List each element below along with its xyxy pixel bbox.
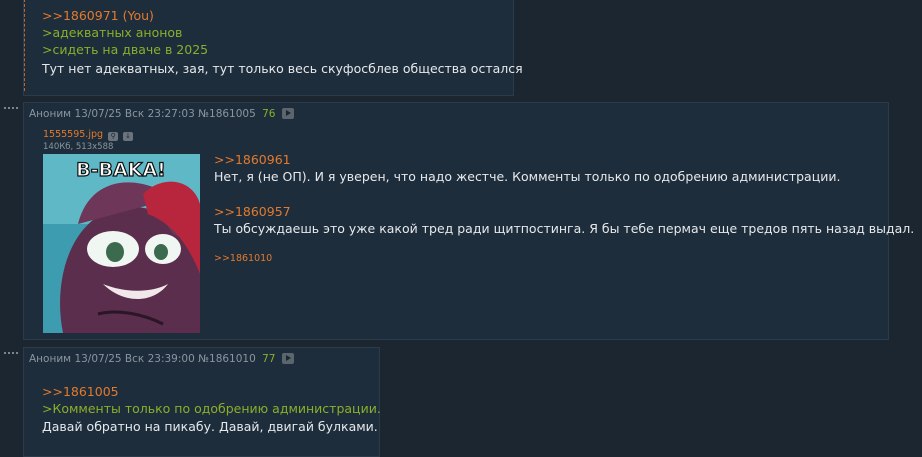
reply-link[interactable]: >>1860957 — [214, 204, 291, 219]
greentext-quote: >Комменты только по одобрению администра… — [42, 401, 381, 416]
reply-link[interactable]: >>1861005 — [42, 384, 119, 399]
greentext-quote: >адекватных анонов — [42, 25, 183, 40]
post-header: Аноним 13/07/25 Вск 23:39:00 №1861010 77 — [29, 353, 294, 365]
reply-thread-line — [24, 0, 25, 91]
reply-link[interactable]: >>1860961 — [214, 152, 291, 167]
post-count: 77 — [262, 353, 276, 365]
post-author: Аноним — [29, 353, 72, 365]
backreply-link[interactable]: >>1861010 — [214, 253, 272, 264]
reply-link[interactable]: >>1860971 (You) — [42, 8, 154, 23]
svg-text:B-BAKA!: B-BAKA! — [76, 159, 166, 181]
post-text: Ты обсуждаешь это уже какой тред ради щи… — [214, 221, 915, 236]
post-text: Нет, я (не ОП). И я уверен, что надо жес… — [214, 169, 841, 184]
post-count: 76 — [262, 108, 276, 120]
file-meta: 140Кб, 513x588 — [43, 142, 114, 152]
pony-meme-picture: B-BAKA! — [43, 154, 200, 333]
post-menu-icon[interactable] — [281, 108, 294, 119]
post-date: 13/07/25 Вск 23:27:03 — [74, 108, 195, 120]
post-text: Тут нет адекватных, зая, тут только весь… — [42, 61, 523, 76]
post-1861005: Аноним 13/07/25 Вск 23:27:03 №1861005 76… — [23, 102, 914, 340]
greentext-quote: >сидеть на дваче в 2025 — [42, 42, 209, 57]
reply-indent-dots — [4, 107, 18, 111]
post-number[interactable]: №1861010 — [198, 353, 256, 365]
post-date: 13/07/25 Вск 23:39:00 — [74, 353, 195, 365]
post-number[interactable]: №1861005 — [198, 108, 256, 120]
download-icon[interactable]: ↓ — [123, 132, 134, 141]
post-1861010: Аноним 13/07/25 Вск 23:39:00 №1861010 77… — [23, 347, 381, 457]
search-icon[interactable]: ⚲ — [108, 132, 119, 141]
file-name-link[interactable]: 1555595.jpg — [43, 129, 103, 140]
file-info: 1555595.jpg ⚲ ↓ — [43, 129, 134, 141]
post-1860998-partial: >>1860971 (You) >адекватных анонов >сиде… — [23, 0, 523, 96]
post-image-thumbnail[interactable]: B-BAKA! — [43, 154, 200, 333]
post-text: Давай обратно на пикабу. Давай, двигай б… — [42, 419, 378, 434]
post-author: Аноним — [29, 108, 72, 120]
post-menu-icon[interactable] — [281, 353, 294, 364]
reply-indent-dots — [4, 352, 18, 356]
post-header: Аноним 13/07/25 Вск 23:27:03 №1861005 76 — [29, 108, 294, 120]
